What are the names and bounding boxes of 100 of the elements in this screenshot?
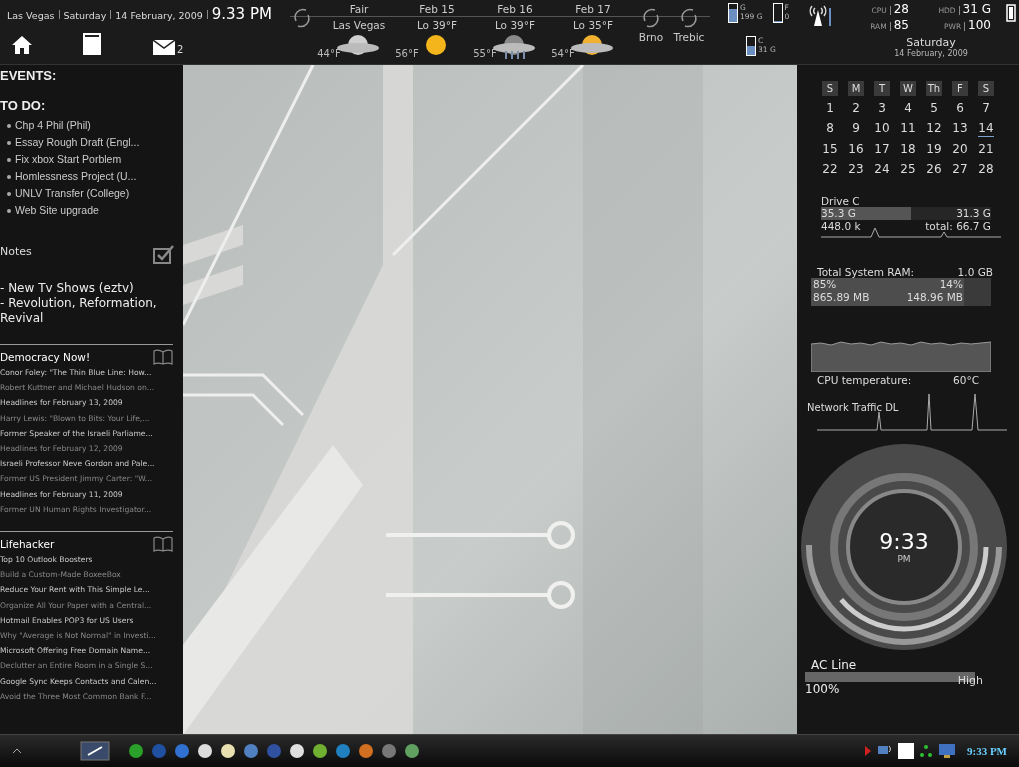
refresh-icon[interactable]: [292, 7, 312, 29]
ram-total: 1.0 GB: [957, 266, 993, 278]
ram-free-percent: 14%: [939, 278, 963, 291]
drive-icon: [746, 35, 756, 56]
todo-item[interactable]: Chp 4 Phil (Phil): [15, 117, 91, 134]
stat-value: 100: [968, 18, 991, 32]
stat-value: 31 G: [962, 2, 991, 16]
todo-item[interactable]: Web Site upgrade: [15, 202, 99, 219]
ram-title: Total System RAM:: [817, 266, 914, 278]
document-icon[interactable]: [83, 33, 101, 55]
refresh-icon[interactable]: [641, 7, 661, 29]
weekday-text: Saturday: [906, 36, 956, 49]
calendar-day[interactable]: 8: [826, 120, 834, 137]
disk-rate: 448.0 k: [821, 220, 861, 232]
calendar-day[interactable]: 25: [900, 161, 916, 177]
app-launcher-icon[interactable]: [289, 743, 305, 759]
full-date-text: 14 February, 2009: [894, 49, 968, 58]
drive-free: 31.3 G: [956, 207, 991, 220]
checkbox-icon[interactable]: [153, 245, 176, 265]
calendar-day[interactable]: 12: [926, 120, 942, 137]
calendar-day[interactable]: 2: [852, 100, 860, 116]
forecast-label: Feb 17: [575, 2, 611, 17]
calendar-day[interactable]: 24: [874, 161, 890, 177]
app-launcher-icon[interactable]: [404, 743, 420, 759]
day-text: Saturday: [63, 10, 107, 21]
note-item[interactable]: - Revolution, Reformation, Revival: [0, 296, 184, 326]
power-mode: High: [957, 674, 983, 687]
drive-title: Drive C: [821, 195, 861, 207]
weekday-header: M: [848, 81, 864, 96]
todo-item[interactable]: UNLV Transfer (College): [15, 185, 130, 202]
power-source-label: AC Line: [811, 658, 858, 672]
city-name[interactable]: Brno: [638, 29, 664, 45]
todo-item[interactable]: Essay Rough Draft (Engl...: [15, 134, 140, 151]
ram-used: 865.89 MB: [813, 291, 870, 304]
clock-time: 9:33: [879, 530, 929, 554]
app-launcher-icon[interactable]: [312, 743, 328, 759]
cpu-temperature-value: 60°C: [953, 374, 979, 386]
forecast-low: Lo 35°F: [572, 18, 614, 33]
city-name[interactable]: Trebic: [673, 29, 705, 45]
forecast-label: Feb 15: [419, 2, 455, 17]
calendar-day[interactable]: 21: [978, 141, 994, 157]
calendar-day[interactable]: 1: [826, 100, 834, 116]
book-icon[interactable]: [153, 536, 174, 553]
calendar-day[interactable]: 16: [848, 141, 864, 157]
home-icon[interactable]: [11, 35, 33, 55]
calendar-day[interactable]: 20: [952, 141, 968, 157]
calendar-day[interactable]: 22: [822, 161, 838, 177]
calendar-day[interactable]: 10: [874, 120, 890, 137]
ram-used-percent: 85%: [813, 278, 837, 291]
events-heading: EVENTS:: [0, 68, 58, 83]
calendar-day[interactable]: 6: [956, 100, 964, 116]
drive-total: total: 66.7 G: [925, 220, 991, 232]
taskbar-clock[interactable]: 9:33 PM: [967, 745, 1007, 757]
date-text: 14 February, 2009: [115, 10, 203, 21]
cpu-temperature-label: CPU temperature:: [817, 374, 912, 386]
ram-free: 148.96 MB: [906, 291, 963, 304]
weekday-header: W: [900, 81, 916, 96]
book-icon[interactable]: [153, 349, 174, 365]
app-launcher-icon[interactable]: [197, 743, 213, 759]
calendar-day[interactable]: 9: [852, 120, 860, 137]
calendar-day[interactable]: 5: [930, 100, 938, 116]
calendar-day[interactable]: 13: [952, 120, 968, 137]
calendar-day[interactable]: 18: [900, 141, 916, 157]
feed-title[interactable]: Lifehacker: [0, 538, 55, 551]
calendar-day[interactable]: 17: [874, 141, 890, 157]
calendar-day[interactable]: 14: [978, 120, 994, 137]
forecast-label: Feb 16: [497, 2, 533, 17]
mail-icon[interactable]: [153, 40, 175, 55]
feed-title[interactable]: Democracy Now!: [0, 351, 91, 363]
monitor-icon[interactable]: [938, 743, 956, 759]
calendar-day[interactable]: 7: [982, 100, 990, 116]
notes-heading: Notes: [0, 245, 32, 258]
stat-value: 28: [893, 2, 909, 16]
drive-icon: [728, 3, 738, 23]
network-traffic-label: Network Traffic DL: [807, 402, 900, 413]
weekday-header: Th: [926, 81, 942, 96]
note-item[interactable]: - New Tv Shows (eztv): [0, 281, 184, 296]
show-desktop-icon[interactable]: [80, 741, 110, 761]
app-launcher-icon[interactable]: [220, 743, 236, 759]
weekday-header: S: [978, 81, 994, 96]
forecast-label: Fair: [349, 2, 369, 17]
forecast-high: 55°F: [473, 48, 497, 59]
weekday-header: S: [822, 81, 838, 96]
calendar-day[interactable]: 28: [978, 161, 994, 177]
calendar-day[interactable]: 27: [952, 161, 968, 177]
calendar-day[interactable]: 15: [822, 141, 838, 157]
network-nodes-icon[interactable]: [919, 744, 933, 758]
calendar-day[interactable]: 23: [848, 161, 864, 177]
todo-item[interactable]: Fix xbox Start Porblem: [15, 151, 122, 168]
calendar-day[interactable]: 11: [900, 120, 916, 137]
weekday-header: F: [952, 81, 968, 96]
calendar-day[interactable]: 3: [878, 100, 886, 116]
calendar-day[interactable]: 19: [926, 141, 942, 157]
todo-heading: TO DO:: [0, 98, 47, 113]
refresh-icon[interactable]: [679, 7, 699, 29]
calendar-day[interactable]: 26: [926, 161, 942, 177]
flag-icon[interactable]: [864, 745, 872, 757]
calendar-day[interactable]: 4: [904, 100, 912, 116]
forecast-high: 56°F: [395, 48, 419, 59]
todo-item[interactable]: Homlessness Project (U...: [15, 168, 137, 185]
